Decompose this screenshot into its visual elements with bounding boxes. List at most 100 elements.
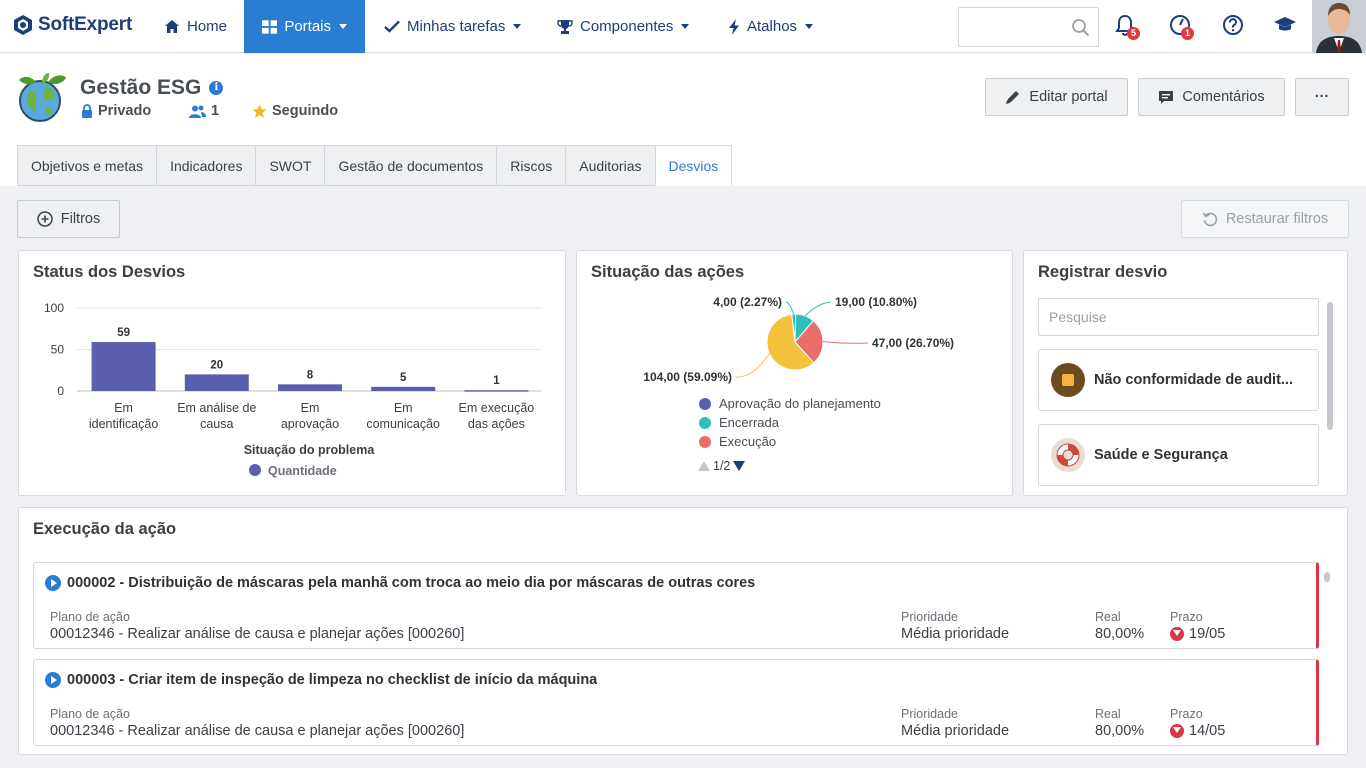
tab-objetivos-e-metas[interactable]: Objetivos e metas	[17, 145, 157, 186]
portal-following[interactable]: Seguindo	[252, 103, 338, 119]
execucao-acao-title: Execução da ação	[33, 520, 177, 538]
portal-members[interactable]: 1	[189, 103, 219, 119]
pencil-icon	[1006, 91, 1020, 104]
real-value: 80,00%	[1095, 626, 1145, 642]
chevron-down-icon	[339, 24, 347, 29]
pie-connector	[785, 301, 795, 315]
user-avatar[interactable]	[1312, 0, 1366, 53]
execution-scrollbar[interactable]	[1324, 572, 1330, 582]
plus-circle-icon	[37, 211, 53, 227]
restore-filters-button[interactable]: Restaurar filtros	[1181, 200, 1349, 238]
legend-label: Encerrada	[719, 415, 779, 430]
pie-legend: Aprovação do planejamento Encerrada Execuç…	[699, 394, 881, 451]
overdue-icon	[1170, 724, 1184, 738]
list-item[interactable]: 000003 - Criar item de inspeção de limpe…	[33, 659, 1319, 746]
action-title-text: 000003 - Criar item de inspeção de limpe…	[67, 672, 598, 688]
status-desvios-title: Status dos Desvios	[33, 263, 186, 281]
alerts-button[interactable]: 1	[1169, 14, 1194, 40]
situacao-acoes-title: Situação das ações	[591, 263, 745, 281]
priority-label: Prioridade	[901, 707, 958, 721]
pie-connector	[735, 353, 770, 378]
softexpert-logo-icon	[14, 15, 32, 35]
alerts-count-badge: 1	[1181, 27, 1194, 40]
register-item-saude-seguranca[interactable]: Saúde e Segurança	[1038, 424, 1319, 486]
plan-label: Plano de ação	[50, 707, 130, 721]
real-label: Real	[1095, 610, 1121, 624]
lock-icon	[82, 104, 92, 118]
nav-atalhos-label: Atalhos	[747, 18, 798, 35]
tab-indicadores[interactable]: Indicadores	[156, 145, 256, 186]
edit-portal-label: Editar portal	[1029, 89, 1108, 105]
x-tick-label: Em análise de	[177, 401, 256, 415]
tab-gestao-de-documentos[interactable]: Gestão de documentos	[324, 145, 497, 186]
pager-next-icon[interactable]	[733, 461, 746, 471]
portal-grid-icon	[262, 19, 278, 34]
comments-button[interactable]: Comentários	[1138, 78, 1285, 116]
pager-prev-icon[interactable]	[698, 461, 710, 471]
notifications-button[interactable]: 5	[1114, 14, 1140, 40]
pie-data-label: 4,00 (2.27%)	[713, 295, 782, 309]
edit-portal-button[interactable]: Editar portal	[985, 78, 1128, 116]
register-scrollbar[interactable]	[1327, 302, 1333, 430]
earth-leaves-icon	[19, 73, 66, 122]
register-item-nao-conformidade[interactable]: Não conformidade de audit...	[1038, 349, 1319, 411]
bar	[278, 384, 342, 391]
filters-button[interactable]: Filtros	[17, 200, 120, 238]
nav-tarefas-label: Minhas tarefas	[407, 18, 506, 35]
tab-riscos[interactable]: Riscos	[496, 145, 566, 186]
global-search-input[interactable]	[958, 7, 1099, 47]
tab-auditorias[interactable]: Auditorias	[565, 145, 655, 186]
x-tick-label: causa	[200, 417, 233, 431]
x-tick-label: Em	[114, 401, 133, 415]
help-button[interactable]	[1222, 14, 1246, 38]
deadline: 19/05	[1170, 626, 1225, 642]
lifebuoy-icon	[1051, 438, 1085, 472]
more-options-button[interactable]: ···	[1295, 78, 1349, 116]
nav-home[interactable]: Home	[146, 0, 245, 53]
more-options-label: ···	[1314, 89, 1330, 105]
bar	[91, 342, 156, 391]
register-item-label: Saúde e Segurança	[1094, 447, 1228, 463]
registrar-desvio-card: Registrar desvio Pesquise Não conformida…	[1023, 250, 1348, 496]
list-item[interactable]: 000002 - Distribuição de máscaras pela m…	[33, 562, 1319, 649]
x-tick-label: Em execução	[459, 401, 535, 415]
tab-swot[interactable]: SWOT	[255, 145, 325, 186]
nav-componentes[interactable]: Componentes	[539, 0, 707, 53]
nav-componentes-label: Componentes	[580, 18, 674, 35]
portal-title-text: Gestão ESG	[80, 76, 202, 99]
user-photo	[1312, 0, 1366, 53]
pie-connector	[822, 341, 869, 344]
pager-label: 1/2	[713, 459, 731, 473]
legend-marker	[249, 464, 261, 476]
plan-value: 00012346 - Realizar análise de causa e p…	[50, 626, 465, 642]
learning-button[interactable]	[1273, 14, 1297, 38]
registrar-search-placeholder: Pesquise	[1049, 309, 1107, 325]
priority-value: Média prioridade	[901, 626, 1010, 642]
legend-entry[interactable]: Aprovação do planejamento	[699, 394, 881, 413]
tab-desvios[interactable]: Desvios	[654, 145, 733, 186]
portal-members-count: 1	[211, 103, 220, 119]
legend-entry[interactable]: Execução	[699, 432, 881, 451]
registrar-desvio-title: Registrar desvio	[1038, 263, 1168, 281]
portal-logo	[16, 72, 68, 124]
nav-atalhos[interactable]: Atalhos	[710, 0, 831, 53]
info-icon[interactable]: i	[209, 81, 224, 95]
legend-entry[interactable]: Encerrada	[699, 413, 881, 432]
bar	[371, 386, 436, 391]
legend-marker	[699, 435, 711, 448]
action-title: 000002 - Distribuição de máscaras pela m…	[45, 575, 755, 591]
nav-minhas-tarefas[interactable]: Minhas tarefas	[366, 0, 539, 53]
status-desvios-card: Status dos Desvios 0 50 100 59 Em identificaç…	[18, 250, 566, 496]
nav-portais[interactable]: Portais	[244, 0, 365, 53]
registrar-search-input[interactable]: Pesquise	[1038, 298, 1319, 336]
action-title-text: 000002 - Distribuição de máscaras pela m…	[67, 575, 756, 591]
search-icon[interactable]	[1071, 18, 1090, 37]
x-tick-label: aprovação	[281, 417, 339, 431]
softexpert-logo[interactable]: SoftExpert	[12, 14, 132, 36]
notifications-count-badge: 5	[1127, 27, 1140, 40]
data-label: 1	[493, 375, 500, 387]
deadline-label: Prazo	[1170, 707, 1203, 721]
x-tick-label: comunicação	[366, 417, 440, 431]
help-icon	[1223, 15, 1243, 35]
plan-label: Plano de ação	[50, 610, 130, 624]
